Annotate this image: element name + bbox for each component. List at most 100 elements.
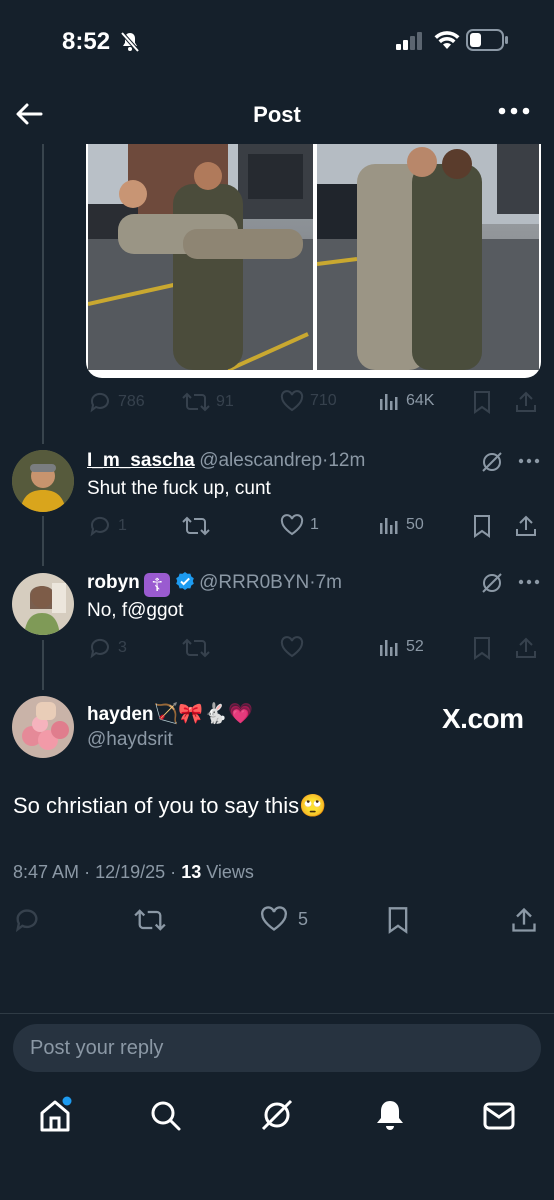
views-label: Views [206, 862, 254, 882]
nav-grok[interactable] [260, 1098, 294, 1132]
reply-placeholder: Post your reply [30, 1037, 164, 1059]
post-media[interactable] [86, 144, 541, 378]
views-count: 13 [181, 862, 202, 882]
repost-icon [182, 390, 210, 414]
name-emojis: 🏹🎀🐇💗 [153, 703, 254, 725]
repost-count: 91 [216, 393, 234, 410]
nav-home[interactable] [38, 1096, 76, 1136]
search-icon [150, 1100, 182, 1132]
reply-header: robyn ☦ @RRR0BYN·7m [87, 571, 342, 597]
x-watermark: X.com [442, 703, 524, 734]
wifi-icon [434, 30, 460, 50]
reply-icon [88, 514, 112, 538]
views-icon [378, 514, 400, 536]
views-count: 50 [406, 516, 424, 533]
meta-separator: · [170, 862, 177, 882]
like-button[interactable] [280, 636, 304, 658]
bookmark-button[interactable] [472, 514, 492, 538]
grok-icon [260, 1098, 294, 1132]
like-button[interactable]: 5 [260, 906, 308, 932]
like-button[interactable]: 710 [280, 390, 337, 412]
reply-button[interactable]: 1 [88, 514, 127, 538]
share-button[interactable] [514, 514, 538, 538]
battery-icon [466, 29, 508, 51]
photo-left[interactable] [88, 144, 313, 370]
display-name[interactable]: I_m_sascha [87, 450, 195, 471]
meta-separator: · [84, 862, 91, 882]
repost-button[interactable] [134, 906, 166, 934]
page-title: Post [253, 102, 301, 127]
eye-roll-emoji: 🙄 [299, 793, 327, 818]
cellular-signal-icon [396, 32, 424, 50]
reply-icon [88, 636, 112, 660]
silent-mode-icon [120, 31, 140, 53]
post-time: 8:47 AM [13, 862, 80, 882]
repost-button[interactable] [182, 636, 210, 660]
like-button[interactable]: 1 [280, 514, 319, 536]
avatar[interactable] [12, 450, 74, 512]
display-name[interactable]: robyn [87, 572, 140, 593]
views-button[interactable]: 64K [378, 390, 434, 412]
reply-button[interactable]: 786 [88, 390, 145, 414]
views-count: 52 [406, 638, 424, 655]
display-name[interactable]: hayden [87, 704, 154, 725]
share-button[interactable] [510, 906, 538, 934]
nav-notifications[interactable] [374, 1098, 406, 1132]
heart-icon [280, 514, 304, 536]
views-button[interactable]: 50 [378, 514, 424, 536]
share-button[interactable] [514, 390, 538, 414]
like-count: 1 [310, 516, 319, 533]
timestamp: 12m [328, 450, 366, 471]
author-name-row: hayden🏹🎀🐇💗 [87, 701, 253, 726]
divider [0, 1013, 554, 1014]
post-date: 12/19/25 [95, 862, 166, 882]
post-text: So christian of you to say this🙄 [13, 793, 327, 819]
bookmark-button[interactable] [472, 636, 492, 660]
avatar[interactable] [12, 696, 74, 758]
like-count: 5 [298, 908, 309, 929]
photo-right[interactable] [317, 144, 539, 370]
reply-button[interactable]: 3 [88, 636, 127, 660]
repost-button[interactable] [182, 514, 210, 538]
views-button[interactable]: 52 [378, 636, 424, 658]
nav-messages[interactable] [483, 1102, 515, 1130]
heart-icon [260, 906, 288, 932]
user-handle[interactable]: @alescandrep [199, 450, 322, 471]
views-count: 64K [406, 392, 435, 409]
share-button[interactable] [514, 636, 538, 660]
reply-text: No, f@ggot [87, 600, 184, 621]
reply-text: Shut the fuck up, cunt [87, 478, 271, 499]
like-count: 710 [310, 392, 337, 409]
reply-header: I_m_sascha @alescandrep·12m [87, 450, 365, 472]
reply-count: 3 [118, 639, 127, 656]
more-options-button[interactable] [498, 104, 530, 118]
notifications-icon [374, 1098, 406, 1132]
more-options-button[interactable] [518, 457, 540, 465]
reply-count: 786 [118, 393, 145, 410]
bookmark-button[interactable] [472, 390, 492, 414]
thread-line [42, 516, 44, 566]
thread-line [42, 144, 44, 444]
bookmark-button[interactable] [386, 906, 410, 934]
repost-button[interactable]: 91 [182, 390, 234, 414]
post-meta: 8:47 AM · 12/19/25 · 13 Views [13, 862, 254, 883]
timestamp: 7m [315, 572, 342, 593]
reply-count: 1 [118, 517, 127, 534]
more-options-button[interactable] [518, 578, 540, 586]
nav-search[interactable] [150, 1100, 182, 1132]
grok-icon[interactable] [480, 450, 504, 474]
orthodox-cross-badge: ☦ [144, 573, 171, 597]
reply-icon [88, 390, 112, 414]
user-handle[interactable]: @RRR0BYN [199, 572, 309, 593]
post-text-body: So christian of you to say this [13, 793, 300, 818]
home-icon [38, 1096, 76, 1136]
status-time: 8:52 [62, 28, 111, 55]
user-handle[interactable]: @haydsrit [87, 729, 173, 751]
grok-icon[interactable] [480, 571, 504, 595]
views-icon [378, 390, 400, 412]
messages-icon [483, 1102, 515, 1130]
avatar[interactable] [12, 573, 74, 635]
heart-icon [280, 390, 304, 412]
views-icon [378, 636, 400, 658]
reply-button[interactable] [13, 906, 41, 934]
